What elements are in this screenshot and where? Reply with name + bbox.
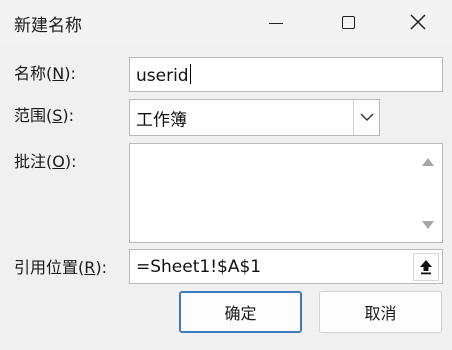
name-value: userid xyxy=(136,65,189,86)
close-button[interactable] xyxy=(386,0,450,44)
scroll-up-arrow-icon[interactable] xyxy=(422,158,434,166)
name-input[interactable]: userid xyxy=(129,57,443,92)
dialog-title: 新建名称 xyxy=(14,16,82,36)
collapse-dialog-icon xyxy=(420,260,432,275)
scope-dropdown[interactable]: 工作簿 xyxy=(129,99,380,136)
name-label: 名称(N): xyxy=(14,64,76,83)
chevron-down-icon xyxy=(360,113,373,121)
maximize-button[interactable] xyxy=(316,0,380,44)
close-icon xyxy=(410,14,426,30)
ok-button-label: 确定 xyxy=(224,304,257,323)
comment-textarea[interactable] xyxy=(129,143,443,243)
scope-label: 范围(S): xyxy=(14,106,75,125)
minimize-icon xyxy=(269,22,283,24)
scroll-down-arrow-icon[interactable] xyxy=(422,221,434,229)
cancel-button-label: 取消 xyxy=(364,304,397,323)
title-bar: 新建名称 xyxy=(0,0,452,44)
scope-value: 工作簿 xyxy=(136,110,187,130)
maximize-icon xyxy=(341,15,355,29)
ok-button[interactable]: 确定 xyxy=(179,291,302,333)
comment-label: 批注(O): xyxy=(14,152,77,171)
refers-to-value: =Sheet1!$A$1 xyxy=(136,256,262,277)
text-caret xyxy=(189,63,191,84)
cancel-button[interactable]: 取消 xyxy=(319,291,442,333)
minimize-button[interactable] xyxy=(244,0,308,44)
collapse-dialog-button[interactable] xyxy=(413,253,439,281)
scope-dropdown-button[interactable] xyxy=(353,100,379,135)
refers-to-label: 引用位置(R): xyxy=(14,258,108,277)
refers-to-input[interactable]: =Sheet1!$A$1 xyxy=(129,249,443,284)
